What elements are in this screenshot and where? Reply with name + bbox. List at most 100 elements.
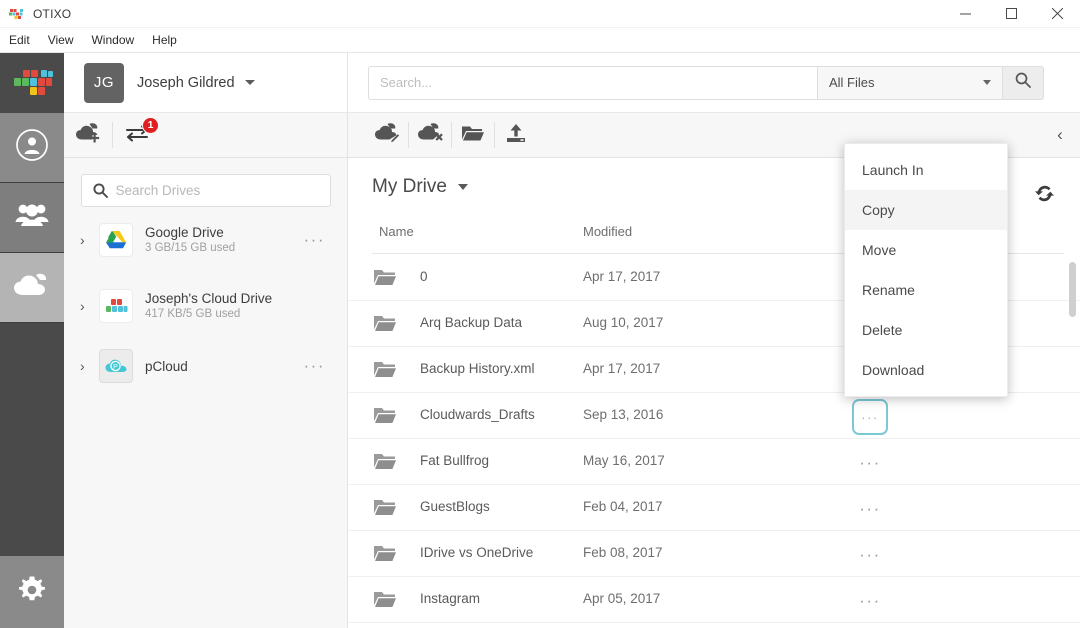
file-type-filter-label: All Files bbox=[829, 75, 875, 90]
add-cloud-button[interactable] bbox=[64, 113, 112, 158]
file-modified: Apr 17, 2017 bbox=[583, 361, 661, 376]
rail-filler bbox=[0, 323, 64, 556]
menu-view[interactable]: View bbox=[39, 28, 83, 53]
sidebar-item-settings[interactable] bbox=[0, 556, 64, 628]
window-title: OTIXO bbox=[33, 6, 72, 21]
drives-toolbar: 1 bbox=[64, 113, 348, 158]
menu-help[interactable]: Help bbox=[143, 28, 186, 53]
folder-icon bbox=[374, 314, 396, 337]
file-type-filter[interactable]: All Files bbox=[818, 65, 1003, 100]
chevron-right-icon[interactable]: › bbox=[80, 233, 89, 247]
row-more-button-active[interactable]: ··· bbox=[852, 399, 888, 435]
folder-icon bbox=[374, 590, 396, 613]
row-more-button[interactable]: ··· bbox=[852, 589, 888, 613]
row-more-button[interactable]: ··· bbox=[852, 451, 888, 475]
sidebar-item-account[interactable] bbox=[0, 113, 64, 183]
context-menu-item-launch-in[interactable]: Launch In bbox=[845, 150, 1007, 190]
account-header: JG Joseph Gildred bbox=[64, 53, 348, 113]
drive-more-button[interactable]: ··· bbox=[304, 356, 325, 376]
sidebar-item-contacts[interactable] bbox=[0, 183, 64, 253]
context-menu-item-download[interactable]: Download bbox=[845, 350, 1007, 390]
refresh-button[interactable] bbox=[1035, 184, 1054, 208]
drive-usage: 3 GB/15 GB used bbox=[145, 242, 236, 254]
search-input[interactable]: Search... bbox=[368, 65, 818, 100]
edit-drive-button[interactable] bbox=[366, 113, 408, 158]
cloud-edit-icon bbox=[374, 122, 400, 148]
file-modified: Feb 04, 2017 bbox=[583, 499, 663, 514]
file-name: 0 bbox=[420, 269, 428, 284]
drive-item-josephs-cloud-drive[interactable]: › Joseph's Cloud Drive 417 KB/5 GB used bbox=[64, 273, 347, 339]
cloud-add-icon bbox=[75, 122, 101, 148]
collapse-panel-button[interactable]: ‹ bbox=[1040, 113, 1080, 158]
menu-window[interactable]: Window bbox=[82, 28, 143, 53]
table-row[interactable]: GuestBlogs Feb 04, 2017 ··· bbox=[348, 485, 1080, 531]
file-name: Fat Bullfrog bbox=[420, 453, 490, 468]
column-header-name[interactable]: Name bbox=[379, 224, 414, 239]
chevron-right-icon[interactable]: › bbox=[80, 359, 89, 373]
drive-more-button[interactable]: ··· bbox=[304, 230, 325, 250]
account-name: Joseph Gildred bbox=[137, 74, 235, 91]
menu-edit[interactable]: Edit bbox=[0, 28, 39, 53]
folder-icon bbox=[374, 406, 396, 429]
search-icon bbox=[1015, 72, 1031, 93]
context-menu: Launch In Copy Move Rename Delete Downlo… bbox=[844, 143, 1008, 397]
new-folder-icon bbox=[461, 123, 485, 148]
close-button[interactable] bbox=[1034, 0, 1080, 28]
chevron-down-icon[interactable] bbox=[244, 80, 255, 85]
otixo-logo-icon bbox=[8, 7, 26, 21]
icon-rail bbox=[0, 53, 64, 628]
drives-panel: Search Drives › Google Drive 3 GB/15 GB … bbox=[64, 158, 348, 628]
svg-text:P: P bbox=[113, 364, 118, 371]
avatar: JG bbox=[84, 62, 124, 103]
row-more-button[interactable]: ··· bbox=[852, 543, 888, 567]
new-folder-button[interactable] bbox=[452, 113, 494, 158]
file-name: GuestBlogs bbox=[420, 499, 490, 514]
upload-button[interactable] bbox=[495, 113, 537, 158]
cloud-icon bbox=[12, 271, 52, 304]
drives-search-input[interactable]: Search Drives bbox=[80, 174, 331, 207]
drive-text: Joseph's Cloud Drive 417 KB/5 GB used bbox=[145, 290, 325, 322]
vertical-scrollbar-thumb[interactable] bbox=[1069, 262, 1076, 317]
drive-name: pCloud bbox=[145, 358, 188, 374]
context-menu-item-rename[interactable]: Rename bbox=[845, 270, 1007, 310]
drive-name: Google Drive bbox=[145, 225, 224, 240]
search-button[interactable] bbox=[1003, 65, 1044, 100]
table-row[interactable]: IDrive vs OneDrive Feb 08, 2017 ··· bbox=[348, 531, 1080, 577]
remove-drive-button[interactable] bbox=[409, 113, 451, 158]
file-modified: Sep 13, 2016 bbox=[583, 407, 664, 422]
column-header-modified[interactable]: Modified bbox=[583, 224, 632, 239]
file-name: Cloudwards_Drafts bbox=[420, 407, 535, 422]
drive-item-pcloud[interactable]: › P pCloud ··· bbox=[64, 339, 347, 393]
row-more-button[interactable]: ··· bbox=[852, 497, 888, 521]
drive-usage: 417 KB/5 GB used bbox=[145, 308, 241, 320]
context-menu-item-move[interactable]: Move bbox=[845, 230, 1007, 270]
sidebar-item-drives[interactable] bbox=[0, 253, 64, 323]
drive-text: pCloud bbox=[145, 358, 304, 375]
chevron-right-icon[interactable]: › bbox=[80, 299, 89, 313]
file-modified: Aug 10, 2017 bbox=[583, 315, 664, 330]
transfers-button[interactable]: 1 bbox=[113, 113, 161, 158]
caret-down-icon[interactable] bbox=[457, 184, 468, 190]
file-name: Arq Backup Data bbox=[420, 315, 523, 330]
people-group-icon bbox=[14, 201, 50, 234]
cloud-remove-icon bbox=[417, 122, 443, 148]
table-row[interactable]: Fat Bullfrog May 16, 2017 ··· bbox=[348, 439, 1080, 485]
context-menu-item-copy[interactable]: Copy bbox=[845, 190, 1007, 230]
minimize-button[interactable] bbox=[942, 0, 988, 28]
file-name: Instagram bbox=[420, 591, 481, 606]
context-menu-item-delete[interactable]: Delete bbox=[845, 310, 1007, 350]
search-icon bbox=[92, 183, 108, 198]
upload-icon bbox=[505, 123, 527, 148]
drives-search-placeholder: Search Drives bbox=[115, 183, 201, 198]
menu-bar: Edit View Window Help bbox=[0, 28, 1080, 53]
table-row[interactable]: Instagram Apr 05, 2017 ··· bbox=[348, 577, 1080, 623]
drive-item-google-drive[interactable]: › Google Drive 3 GB/15 GB used ··· bbox=[64, 207, 347, 273]
file-name: Backup History.xml bbox=[420, 361, 535, 376]
folder-icon bbox=[374, 498, 396, 521]
otixo-drive-icon bbox=[99, 289, 133, 323]
table-row[interactable]: Cloudwards_Drafts Sep 13, 2016 ··· bbox=[348, 393, 1080, 439]
maximize-button[interactable] bbox=[988, 0, 1034, 28]
person-circle-icon bbox=[15, 128, 49, 167]
caret-down-icon bbox=[983, 80, 991, 85]
breadcrumb-label: My Drive bbox=[372, 176, 447, 197]
